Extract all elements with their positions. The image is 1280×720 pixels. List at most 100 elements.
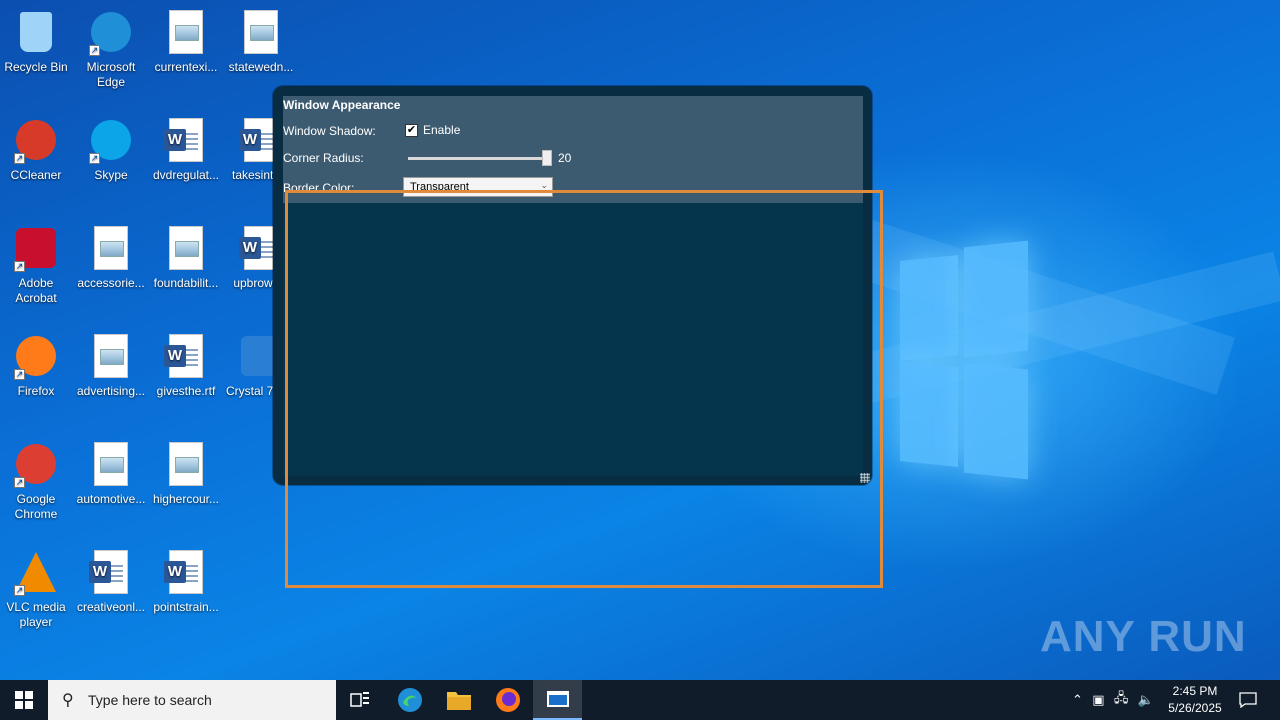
recycle-bin-icon bbox=[12, 8, 60, 56]
corner-radius-value: 20 bbox=[558, 151, 572, 165]
search-icon: ⚲ bbox=[62, 692, 74, 709]
corner-radius-label: Corner Radius: bbox=[283, 151, 364, 165]
desktop-icon-label: Google Chrome bbox=[14, 492, 58, 521]
word-file-icon: W bbox=[162, 548, 210, 596]
desktop-icon-label: Firefox bbox=[17, 384, 55, 398]
image-file-icon bbox=[237, 8, 285, 56]
shortcut-arrow-icon: ↗ bbox=[89, 45, 100, 56]
taskbar-clock[interactable]: 2:45 PM 5/26/2025 bbox=[1160, 683, 1230, 717]
meet-now-icon[interactable]: ▣ bbox=[1092, 692, 1104, 708]
desktop-icon-label: creativeonl... bbox=[76, 600, 146, 614]
edge-icon: ↗ bbox=[87, 8, 135, 56]
edge-icon bbox=[398, 688, 422, 712]
image-file-icon bbox=[87, 224, 135, 272]
desktop-icon-label: CCleaner bbox=[10, 168, 62, 182]
corner-radius-slider-thumb[interactable] bbox=[542, 150, 552, 166]
notifications-button[interactable] bbox=[1232, 680, 1264, 720]
desktop-icon-label: pointstrain... bbox=[153, 600, 219, 614]
desktop-icon[interactable]: Wdvdregulat... bbox=[150, 116, 222, 183]
windows-start-icon bbox=[15, 691, 33, 709]
image-file-icon bbox=[87, 440, 135, 488]
taskbar-search-box[interactable]: ⚲ Type here to search bbox=[48, 680, 336, 720]
desktop-icon-label: statewedn... bbox=[228, 60, 294, 74]
desktop-icon[interactable]: Wpointstrain... bbox=[150, 548, 222, 615]
desktop-icon-label: Adobe Acrobat bbox=[15, 276, 57, 305]
desktop-icon-label: givesthe.rtf bbox=[156, 384, 216, 398]
desktop-icon[interactable]: advertising... bbox=[75, 332, 147, 399]
taskbar-edge-button[interactable] bbox=[386, 680, 434, 720]
desktop-icon[interactable]: Wcreativeonl... bbox=[75, 548, 147, 615]
desktop-icon[interactable]: highercour... bbox=[150, 440, 222, 507]
skype-icon: ↗ bbox=[87, 116, 135, 164]
desktop-icon[interactable]: currentexi... bbox=[150, 8, 222, 75]
word-file-icon: W bbox=[87, 548, 135, 596]
start-button[interactable] bbox=[0, 680, 48, 720]
shortcut-arrow-icon: ↗ bbox=[89, 153, 100, 164]
desktop-icon[interactable]: Recycle Bin bbox=[0, 8, 72, 75]
shortcut-arrow-icon: ↗ bbox=[14, 369, 25, 380]
desktop-icon-label: VLC media player bbox=[6, 600, 66, 629]
shortcut-arrow-icon: ↗ bbox=[14, 153, 25, 164]
app-window-icon bbox=[546, 691, 569, 707]
desktop-icon[interactable]: automotive... bbox=[75, 440, 147, 507]
desktop-icon-label: Recycle Bin bbox=[4, 60, 68, 74]
image-file-icon bbox=[162, 8, 210, 56]
windows-logo-graphic bbox=[900, 240, 1030, 480]
folder-icon bbox=[447, 692, 471, 710]
show-hidden-icons-chevron-icon[interactable]: ⌃ bbox=[1072, 692, 1083, 708]
clock-time: 2:45 PM bbox=[1172, 684, 1218, 698]
word-file-icon: W bbox=[162, 332, 210, 380]
desktop-icon-label: highercour... bbox=[152, 492, 220, 506]
desktop-icon[interactable]: ↗ Google Chrome bbox=[0, 440, 72, 522]
shadow-enable-checkbox[interactable]: ✔ bbox=[405, 124, 418, 137]
desktop-icon[interactable]: ↗ CCleaner bbox=[0, 116, 72, 183]
acrobat-icon: ↗ bbox=[12, 224, 60, 272]
shortcut-arrow-icon: ↗ bbox=[14, 477, 25, 488]
ccleaner-icon: ↗ bbox=[12, 116, 60, 164]
desktop-icon[interactable]: statewedn... bbox=[225, 8, 297, 75]
volume-icon[interactable]: 🔈 bbox=[1138, 692, 1154, 708]
desktop-icon[interactable]: foundabilit... bbox=[150, 224, 222, 291]
appearance-panel: Window Appearance Window Shadow: ✔ Enabl… bbox=[283, 96, 863, 203]
image-file-icon bbox=[162, 440, 210, 488]
firefox-icon: ↗ bbox=[12, 332, 60, 380]
desktop-icon[interactable]: ↗ VLC media player bbox=[0, 548, 72, 630]
desktop-icon-label: automotive... bbox=[76, 492, 146, 506]
corner-radius-slider[interactable] bbox=[408, 157, 548, 160]
desktop-icon-label: accessorie... bbox=[77, 276, 145, 290]
shortcut-arrow-icon: ↗ bbox=[14, 261, 25, 272]
desktop-icon[interactable]: ↗ Skype bbox=[75, 116, 147, 183]
search-placeholder: Type here to search bbox=[88, 692, 212, 708]
desktop-icon-label: dvdregulat... bbox=[152, 168, 220, 182]
taskbar-active-app-button[interactable] bbox=[533, 680, 582, 720]
taskbar-firefox-button[interactable] bbox=[484, 680, 532, 720]
clock-date: 5/26/2025 bbox=[1168, 701, 1222, 715]
desktop-icon-label: Microsoft Edge bbox=[86, 60, 136, 89]
desktop-icon-label: currentexi... bbox=[154, 60, 218, 74]
taskbar-file-explorer-button[interactable] bbox=[435, 680, 483, 720]
system-tray: ⌃ ▣ 🖧 🔈 bbox=[1068, 680, 1158, 720]
anyrun-watermark: ANY RUN bbox=[1040, 612, 1247, 661]
window-shadow-label: Window Shadow: bbox=[283, 124, 376, 138]
firefox-icon bbox=[496, 688, 520, 712]
shadow-enable-label[interactable]: Enable bbox=[423, 123, 460, 137]
task-view-icon bbox=[350, 692, 369, 707]
desktop-icon-label: foundabilit... bbox=[153, 276, 219, 290]
word-file-icon: W bbox=[162, 116, 210, 164]
task-view-button[interactable] bbox=[336, 680, 384, 720]
desktop-icon[interactable]: ↗ Firefox bbox=[0, 332, 72, 399]
notification-icon bbox=[1239, 692, 1257, 708]
desktop-icon-label: Skype bbox=[94, 168, 128, 182]
panel-title: Window Appearance bbox=[283, 98, 401, 112]
desktop-icon[interactable]: ↗ Adobe Acrobat bbox=[0, 224, 72, 306]
desktop-icon[interactable]: Wgivesthe.rtf bbox=[150, 332, 222, 399]
network-icon[interactable]: 🖧 bbox=[1114, 689, 1129, 711]
shortcut-arrow-icon: ↗ bbox=[14, 585, 25, 596]
checkmark-icon: ✔ bbox=[406, 124, 417, 136]
taskbar: ⚲ Type here to search ⌃ ▣ 🖧 🔈 2:45 PM 5/… bbox=[0, 680, 1280, 720]
chrome-icon: ↗ bbox=[12, 440, 60, 488]
image-file-icon bbox=[87, 332, 135, 380]
desktop-icon[interactable]: ↗ Microsoft Edge bbox=[75, 8, 147, 90]
image-file-icon bbox=[162, 224, 210, 272]
desktop-icon[interactable]: accessorie... bbox=[75, 224, 147, 291]
